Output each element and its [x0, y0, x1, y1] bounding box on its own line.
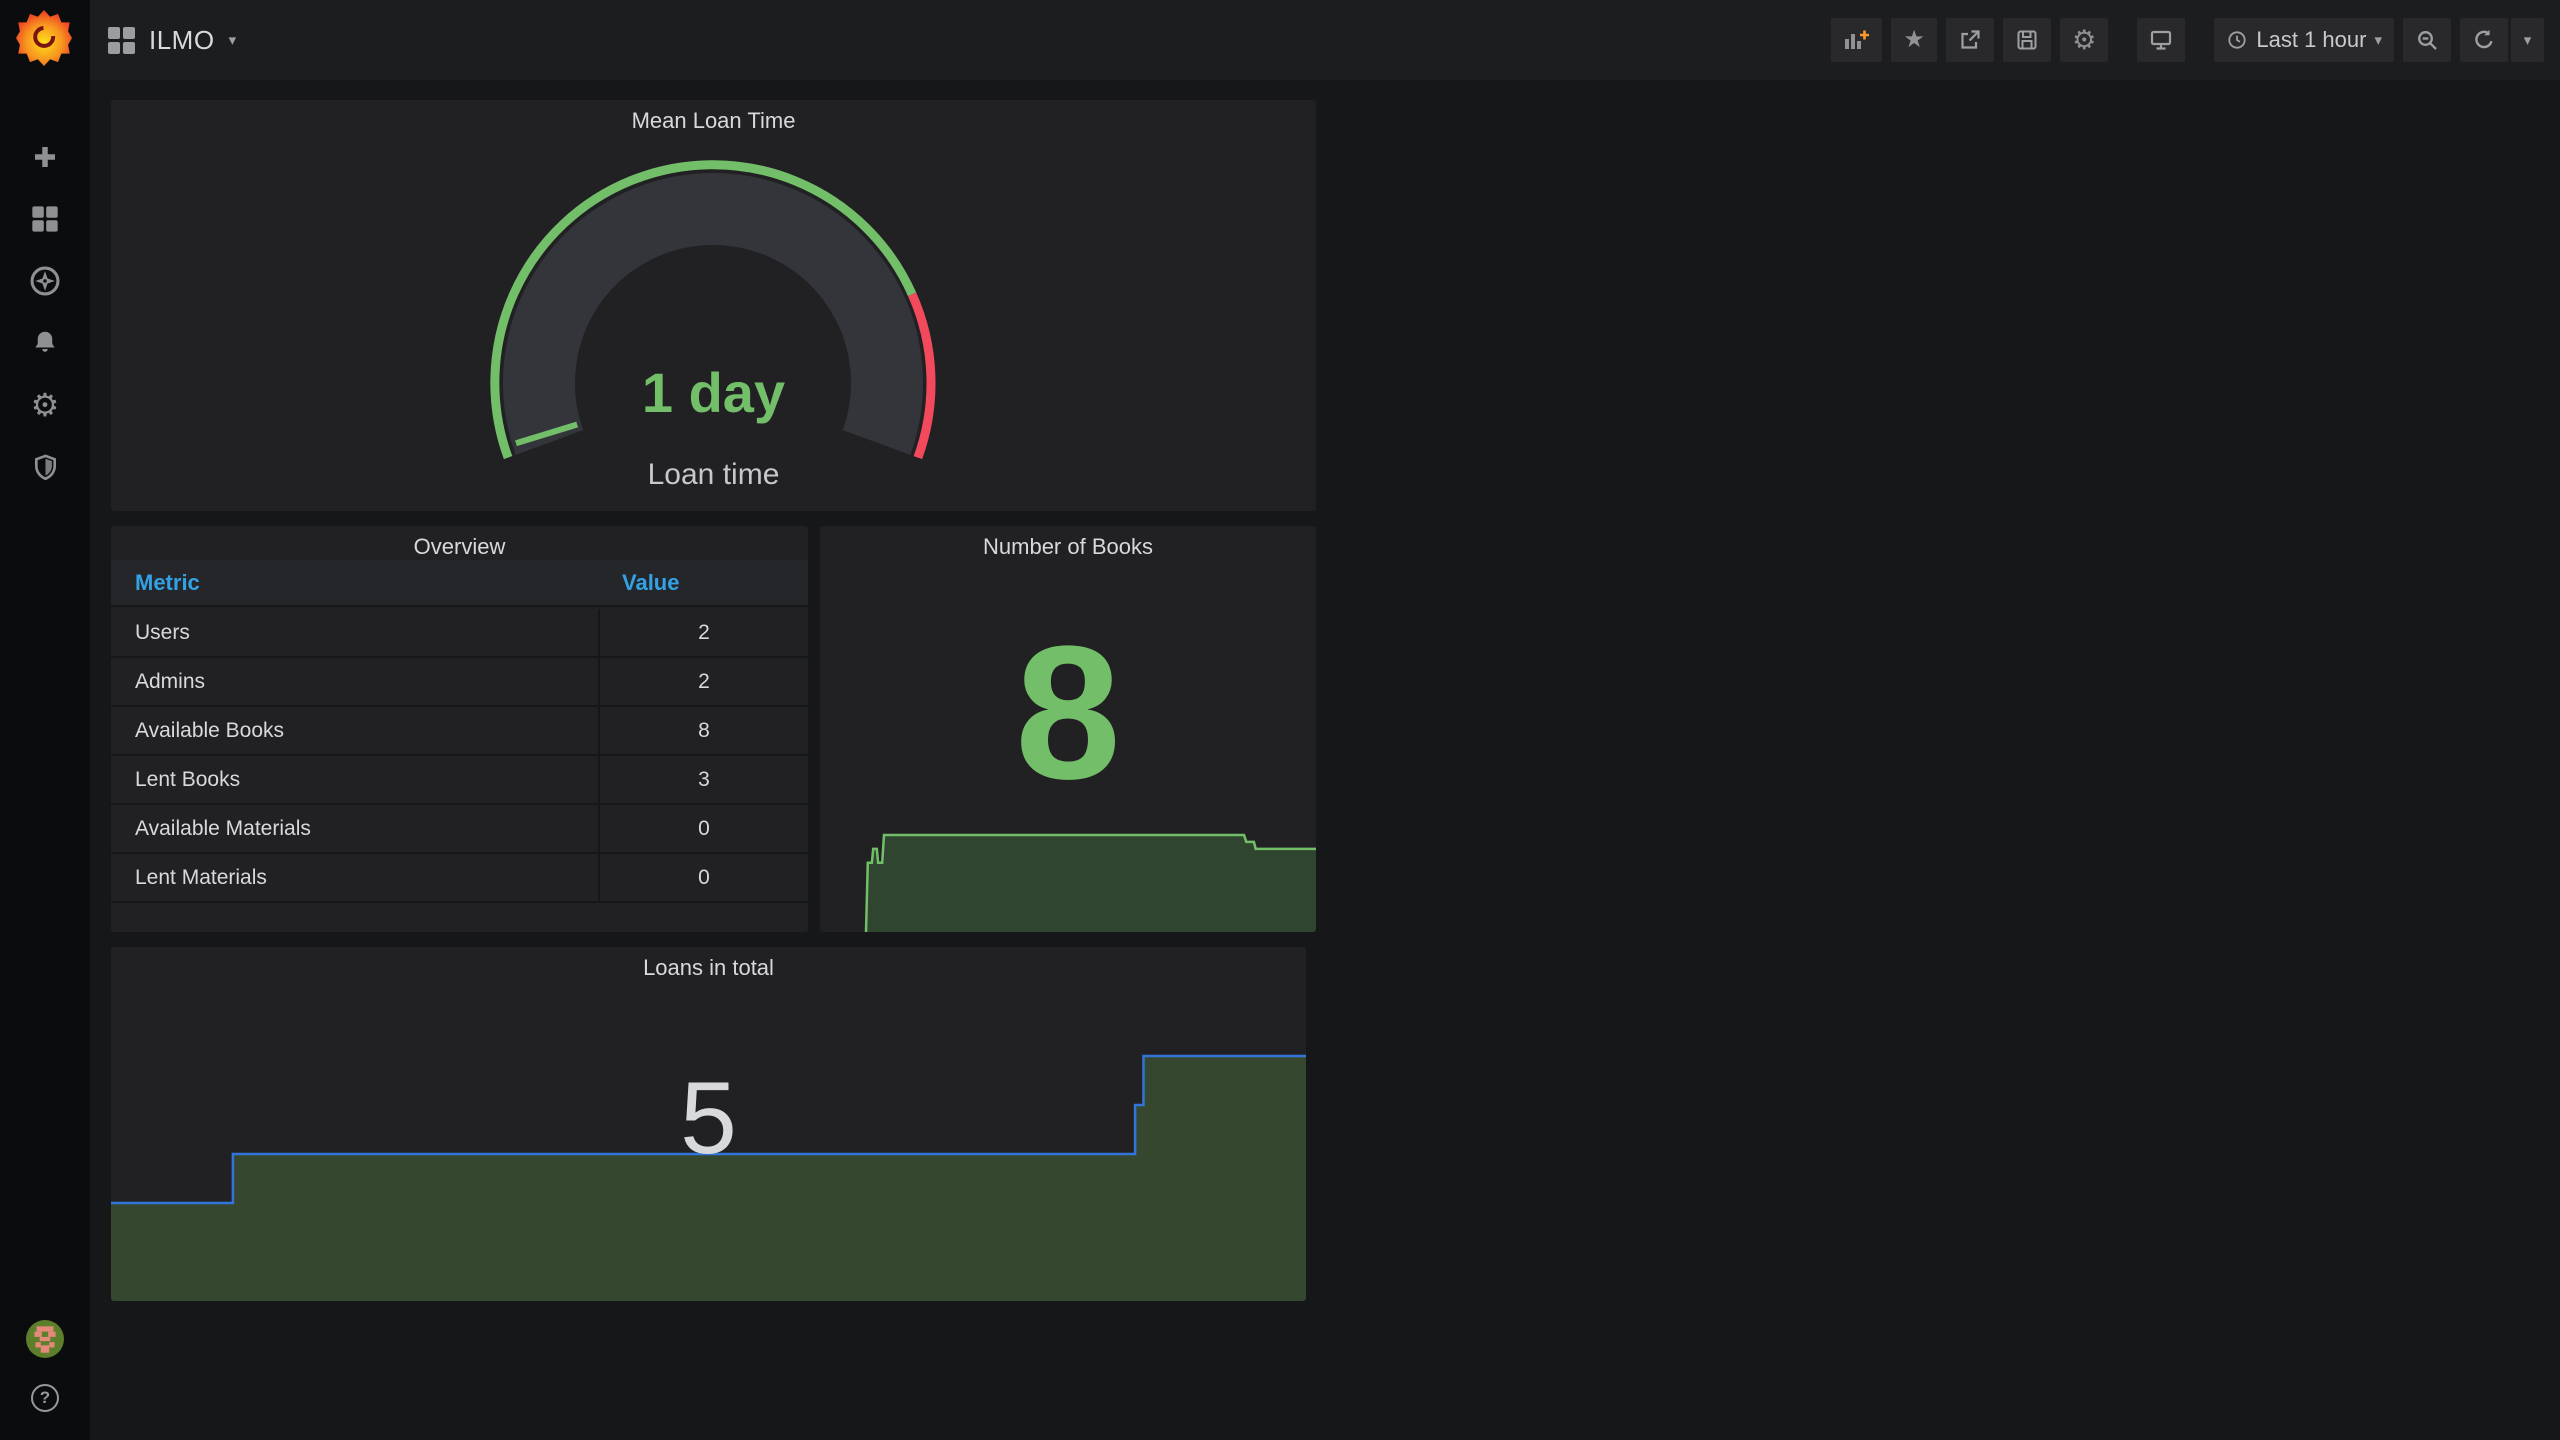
star-button[interactable]: ★: [1891, 18, 1938, 62]
books-sparkline: [864, 833, 1316, 932]
grid-icon: [32, 206, 58, 232]
user-avatar[interactable]: [26, 1320, 64, 1358]
panel-title[interactable]: Overview: [111, 534, 808, 560]
chevron-down-icon: ▾: [2374, 31, 2382, 49]
sidebar-item-create[interactable]: [0, 140, 90, 174]
chevron-down-icon[interactable]: ▾: [229, 33, 237, 48]
clock-icon: [2228, 31, 2247, 49]
panel-number-of-books: Number of Books 8: [820, 526, 1316, 932]
shield-icon: [34, 453, 56, 480]
dashboard-title[interactable]: ILMO: [149, 25, 215, 56]
panel-mean-loan-time: Mean Loan Time 1 day Loan time: [111, 100, 1316, 511]
refresh-interval-dropdown[interactable]: ▾: [2510, 18, 2544, 62]
stat-value-loans: 5: [680, 1061, 737, 1175]
panel-title[interactable]: Mean Loan Time: [111, 108, 1316, 134]
compass-icon: [30, 266, 60, 296]
top-navbar: ILMO ▾ ★ ⚙ Last 1 hour ▾ ▾: [90, 0, 2560, 80]
share-button[interactable]: [1946, 18, 1995, 62]
add-panel-button[interactable]: [1831, 18, 1883, 62]
table-row: Admins 2: [111, 658, 808, 707]
panel-title[interactable]: Number of Books: [820, 534, 1316, 560]
table-row: Lent Books 3: [111, 756, 808, 805]
sidebar-item-configuration[interactable]: ⚙: [0, 388, 90, 422]
settings-button[interactable]: ⚙: [2060, 18, 2109, 62]
panel-title[interactable]: Loans in total: [111, 955, 1306, 981]
dashboard-grid-icon[interactable]: [108, 26, 135, 54]
stat-value-books: 8: [1015, 607, 1121, 819]
chevron-down-icon: ▾: [2523, 31, 2532, 49]
panel-loans-in-total: Loans in total 5: [111, 947, 1306, 1301]
time-range-label: Last 1 hour: [2256, 27, 2367, 52]
table-row: Available Materials 0: [111, 805, 808, 854]
table-row: Available Books 8: [111, 707, 808, 756]
bell-icon: [35, 331, 55, 352]
gear-icon: ⚙: [2072, 24, 2097, 55]
star-icon: ★: [1903, 26, 1925, 53]
side-menu: ⚙ ?: [0, 0, 90, 1440]
monitor-icon: [2151, 30, 2172, 50]
sidebar-item-alerting[interactable]: [0, 326, 90, 360]
help-label: ?: [39, 1388, 51, 1407]
panel-overview: Overview Metric Value Users 2 Admins 2 A…: [111, 526, 808, 932]
gauge-value: 1 day: [641, 361, 786, 424]
refresh-icon: [2475, 29, 2493, 49]
refresh-button[interactable]: [2460, 18, 2508, 62]
zoom-out-icon: [2418, 31, 2437, 50]
table-header[interactable]: Metric Value: [111, 560, 808, 607]
add-panel-icon: [1845, 30, 1870, 49]
column-header-metric[interactable]: Metric: [111, 570, 598, 596]
column-header-value[interactable]: Value: [598, 570, 679, 596]
sidebar-item-explore[interactable]: [0, 264, 90, 298]
help-button[interactable]: ?: [31, 1384, 59, 1412]
zoom-out-button[interactable]: [2403, 18, 2451, 62]
table-row: Users 2: [111, 609, 808, 658]
cycle-view-button[interactable]: [2137, 18, 2186, 62]
share-icon: [1961, 30, 1980, 49]
save-icon: [2017, 30, 2037, 50]
save-button[interactable]: [2003, 18, 2052, 62]
sidebar-item-dashboards[interactable]: [0, 202, 90, 236]
gear-icon: ⚙: [30, 387, 60, 423]
table-row: Lent Materials 0: [111, 854, 808, 903]
plus-icon: [35, 147, 55, 167]
table-body: Users 2 Admins 2 Available Books 8 Lent …: [111, 609, 808, 903]
sidebar-item-server-admin[interactable]: [0, 450, 90, 484]
grafana-logo-icon[interactable]: [16, 10, 72, 66]
time-range-picker[interactable]: Last 1 hour ▾: [2214, 18, 2394, 62]
gauge-label: Loan time: [647, 458, 780, 491]
